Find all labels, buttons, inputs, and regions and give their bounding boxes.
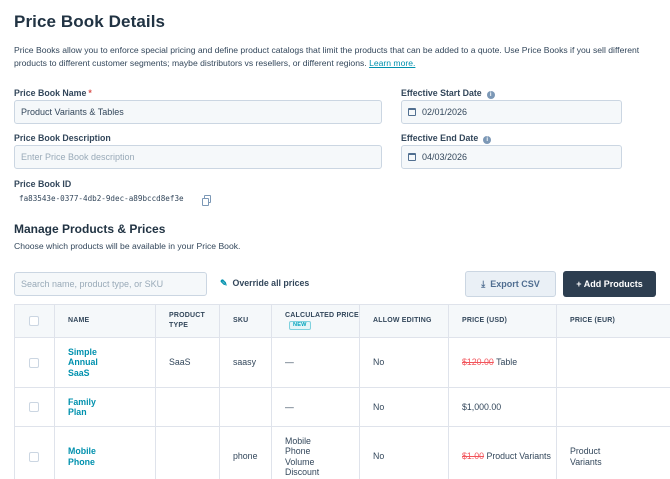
description-text: Price Books allow you to enforce special… — [14, 45, 640, 68]
row-checkbox[interactable] — [29, 402, 39, 412]
product-name-link[interactable]: Mobile Phone — [68, 446, 110, 467]
start-date-input[interactable]: 02/01/2026 — [401, 100, 622, 124]
row-select-cell[interactable] — [14, 426, 55, 479]
table-header-row: NAME PRODUCT TYPE SKU CALCULATED PRICE NE… — [14, 304, 670, 338]
table-row: Mobile Phone phone Mobile Phone Volume D… — [14, 426, 670, 479]
original-price: $120.00 — [462, 357, 494, 368]
price-book-id-value: fa83543e-0377-4db2-9dec-a89bccd8ef3e — [19, 194, 184, 203]
name-label: Price Book Name * — [14, 88, 92, 98]
column-header-calculated-price[interactable]: CALCULATED PRICE NEW — [271, 304, 360, 338]
product-type-cell — [155, 387, 220, 427]
price-eur-cell[interactable]: Product Variants — [556, 426, 670, 479]
column-header-type[interactable]: PRODUCT TYPE — [155, 304, 220, 338]
end-date-label: Effective End Date i — [401, 133, 492, 144]
start-date-value: 02/01/2026 — [422, 107, 468, 117]
end-date-input[interactable]: 04/03/2026 — [401, 145, 622, 169]
row-checkbox[interactable] — [29, 451, 39, 462]
price-usd-value: Product Variants — [484, 451, 551, 462]
products-table: NAME PRODUCT TYPE SKU CALCULATED PRICE NE… — [14, 304, 670, 479]
select-all-checkbox[interactable] — [29, 316, 39, 326]
description-label: Price Book Description — [14, 133, 111, 143]
end-date-value: 04/03/2026 — [422, 152, 468, 162]
calculated-price-cell: Mobile Phone Volume Discount — [271, 426, 360, 479]
name-label-text: Price Book Name — [14, 88, 87, 98]
column-header-price-usd[interactable]: PRICE (USD) — [448, 304, 557, 338]
price-usd-cell[interactable]: $1.00 Product Variants — [448, 426, 557, 479]
add-products-button[interactable]: + Add Products — [563, 271, 656, 297]
product-name-link[interactable]: Simple Annual SaaS — [68, 347, 110, 379]
calculated-price-cell: — — [271, 387, 360, 427]
allow-editing-cell: No — [359, 387, 449, 427]
row-select-cell[interactable] — [14, 337, 55, 388]
select-all-cell[interactable] — [14, 304, 55, 338]
page-title: Price Book Details — [14, 12, 166, 31]
sku-cell: phone — [219, 426, 272, 479]
price-usd-cell[interactable]: $120.00 Table — [448, 337, 557, 388]
new-badge: NEW — [289, 321, 311, 330]
row-select-cell[interactable] — [14, 387, 55, 427]
price-usd-value: $1,000.00 — [462, 401, 502, 412]
price-eur-cell[interactable] — [556, 387, 670, 427]
end-date-label-text: Effective End Date — [401, 133, 479, 143]
start-date-label: Effective Start Date i — [401, 88, 495, 99]
page-description: Price Books allow you to enforce special… — [14, 44, 659, 70]
calculated-price-value: Mobile Phone Volume Discount — [285, 435, 320, 478]
column-header-name[interactable]: NAME — [54, 304, 156, 338]
override-prices-button[interactable]: ✎ Override all prices — [220, 278, 309, 289]
calc-header-text: CALCULATED PRICE — [285, 312, 359, 319]
allow-editing-cell: No — [359, 426, 449, 479]
pencil-icon: ✎ — [220, 278, 228, 288]
row-checkbox[interactable] — [29, 357, 39, 368]
copy-icon[interactable] — [202, 195, 211, 206]
sku-cell — [219, 387, 272, 427]
section-title: Manage Products & Prices — [14, 222, 166, 236]
download-icon: ⤓ — [481, 279, 486, 289]
sku-cell: saasy — [219, 337, 272, 388]
price-usd-value: Table — [493, 357, 518, 368]
column-header-sku[interactable]: SKU — [219, 304, 272, 338]
calculated-price-cell: — — [271, 337, 360, 388]
section-subtitle: Choose which products will be available … — [14, 241, 241, 251]
info-icon[interactable]: i — [486, 91, 495, 99]
override-label: Override all prices — [232, 278, 310, 288]
start-date-label-text: Effective Start Date — [401, 88, 482, 98]
price-eur-cell[interactable] — [556, 337, 670, 388]
allow-editing-cell: No — [359, 337, 449, 388]
product-name-link[interactable]: Family Plan — [68, 397, 110, 418]
calendar-icon — [408, 153, 416, 161]
search-input[interactable]: Search name, product type, or SKU — [14, 272, 207, 296]
learn-more-link[interactable]: Learn more. — [369, 58, 415, 68]
export-label: Export CSV — [490, 279, 540, 289]
product-type-cell: SaaS — [155, 337, 220, 388]
table-row: Family Plan — No $1,000.00 — [14, 387, 670, 427]
column-header-price-eur[interactable]: PRICE (EUR) — [556, 304, 670, 338]
price-book-description-input[interactable]: Enter Price Book description — [14, 145, 382, 169]
product-type-cell — [155, 426, 220, 479]
price-usd-cell[interactable]: $1,000.00 — [448, 387, 557, 427]
original-price: $1.00 — [462, 451, 485, 462]
required-marker: * — [88, 88, 92, 98]
export-csv-button[interactable]: ⤓ Export CSV — [465, 271, 556, 297]
column-header-allow-editing[interactable]: ALLOW EDITING — [359, 304, 449, 338]
price-book-name-input[interactable]: Product Variants & Tables — [14, 100, 382, 124]
table-row: Simple Annual SaaS SaaS saasy — No $120.… — [14, 337, 670, 388]
calendar-icon — [408, 108, 416, 116]
price-eur-value: Product Variants — [570, 446, 602, 467]
info-icon[interactable]: i — [483, 136, 492, 144]
id-label: Price Book ID — [14, 179, 72, 189]
